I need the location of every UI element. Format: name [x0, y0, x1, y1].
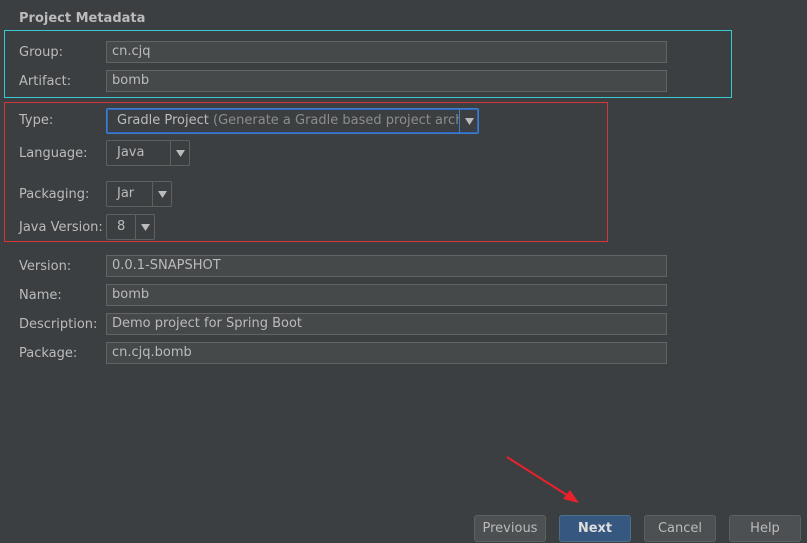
- language-label: Language:: [19, 146, 88, 161]
- chevron-down-icon: [157, 190, 167, 198]
- description-label: Description:: [19, 317, 98, 332]
- package-input[interactable]: cn.cjq.bomb: [106, 342, 667, 364]
- java-version-dropdown-arrow[interactable]: [135, 215, 154, 239]
- next-button[interactable]: Next: [559, 515, 631, 542]
- language-dropdown-arrow[interactable]: [170, 141, 189, 165]
- group-label: Group:: [19, 45, 63, 60]
- name-input[interactable]: bomb: [106, 284, 667, 306]
- description-input[interactable]: Demo project for Spring Boot: [106, 313, 667, 335]
- type-dropdown-value: Gradle Project (Generate a Gradle based …: [107, 109, 459, 133]
- group-input[interactable]: cn.cjq: [106, 41, 667, 63]
- version-label: Version:: [19, 259, 72, 274]
- cancel-button[interactable]: Cancel: [644, 515, 716, 542]
- language-dropdown-value: Java: [117, 145, 145, 160]
- java-version-label: Java Version:: [19, 220, 103, 235]
- artifact-label: Artifact:: [19, 74, 72, 89]
- type-dropdown-selected: Gradle Project: [117, 113, 209, 128]
- previous-button[interactable]: Previous: [474, 515, 546, 542]
- package-label: Package:: [19, 346, 78, 361]
- packaging-label: Packaging:: [19, 187, 90, 202]
- dialog-root: Project Metadata Group: cn.cjq Artifact:…: [0, 0, 807, 543]
- type-dropdown-hint: (Generate a Gradle based project archive…: [213, 113, 459, 128]
- artifact-input[interactable]: bomb: [106, 70, 667, 92]
- chevron-down-icon: [464, 117, 474, 125]
- packaging-dropdown-value: Jar: [117, 186, 135, 201]
- packaging-dropdown-arrow[interactable]: [152, 182, 171, 206]
- language-dropdown[interactable]: Java: [106, 140, 190, 166]
- java-version-dropdown[interactable]: 8: [106, 214, 155, 240]
- type-dropdown-arrow[interactable]: [459, 109, 478, 133]
- packaging-dropdown[interactable]: Jar: [106, 181, 172, 207]
- type-dropdown[interactable]: Gradle Project (Generate a Gradle based …: [106, 108, 479, 134]
- section-title: Project Metadata: [19, 11, 146, 26]
- name-label: Name:: [19, 288, 62, 303]
- java-version-dropdown-value: 8: [117, 219, 126, 234]
- type-label: Type:: [19, 113, 54, 128]
- help-button[interactable]: Help: [729, 515, 801, 542]
- chevron-down-icon: [140, 223, 150, 231]
- chevron-down-icon: [175, 149, 185, 157]
- version-input[interactable]: 0.0.1-SNAPSHOT: [106, 255, 667, 277]
